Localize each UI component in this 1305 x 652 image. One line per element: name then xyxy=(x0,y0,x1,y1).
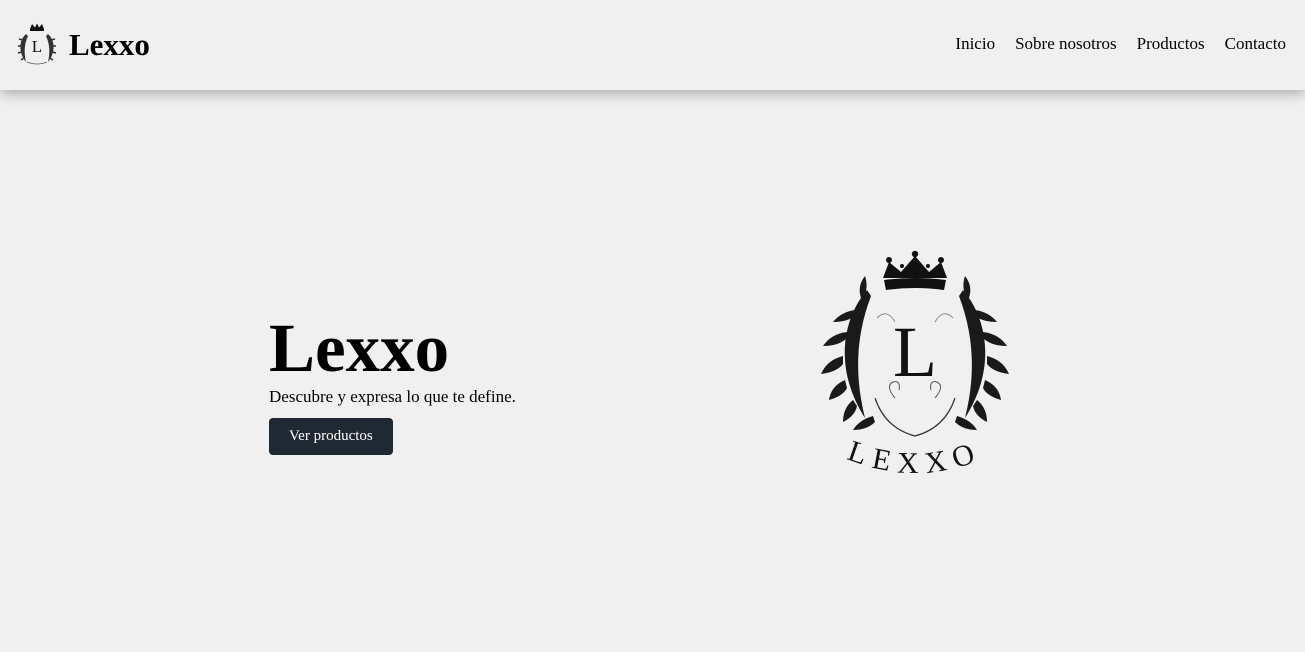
brand-name: Lexxo xyxy=(69,27,150,62)
brand-logo-icon: L xyxy=(17,23,57,65)
hero-logo-emblem: L LEXXO xyxy=(821,250,1009,480)
main-nav: Inicio Sobre nosotros Productos Contacto xyxy=(955,33,1286,55)
crown-icon xyxy=(883,250,947,290)
navbar: L Lexxo Inicio Sobre nosotros Productos … xyxy=(0,0,1305,90)
hero-title: Lexxo xyxy=(269,310,450,386)
ver-productos-button[interactable]: Ver productos xyxy=(269,418,393,455)
brand[interactable]: L Lexxo xyxy=(14,22,150,68)
hero-subtitle: Descubre y expresa lo que te define. xyxy=(269,387,516,406)
nav-link-inicio[interactable]: Inicio xyxy=(955,33,995,55)
nav-link-sobre-nosotros[interactable]: Sobre nosotros xyxy=(1015,33,1117,55)
svg-text:L: L xyxy=(32,37,42,56)
nav-link-productos[interactable]: Productos xyxy=(1137,33,1205,55)
hero-logo-letter: L xyxy=(893,312,937,392)
nav-link-contacto[interactable]: Contacto xyxy=(1225,33,1286,55)
laurel-right-icon xyxy=(955,276,1009,430)
hero-logo-wordmark: LEXXO xyxy=(844,434,987,480)
hero-text: Lexxo Descubre y expresa lo que te defin… xyxy=(269,310,516,455)
laurel-left-icon xyxy=(821,276,875,430)
